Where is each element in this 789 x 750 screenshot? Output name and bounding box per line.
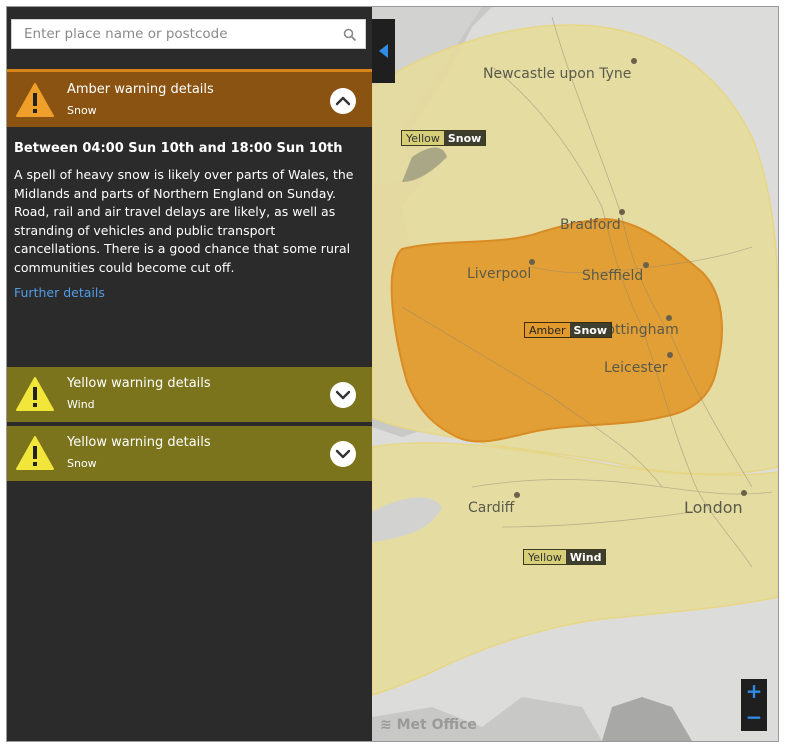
warning-title: Yellow warning details bbox=[67, 435, 211, 450]
city-london: London bbox=[684, 498, 743, 517]
collapse-chevron-up-icon[interactable] bbox=[330, 88, 356, 114]
warning-title: Amber warning details bbox=[67, 82, 214, 97]
warning-description: A spell of heavy snow is likely over par… bbox=[14, 167, 354, 275]
zoom-controls: + − bbox=[741, 679, 767, 731]
badge-level: Amber bbox=[525, 323, 570, 337]
city-cardiff: Cardiff bbox=[468, 500, 515, 516]
amber-warning-header[interactable]: Amber warning details Snow bbox=[7, 69, 372, 127]
warning-title: Yellow warning details bbox=[67, 376, 211, 391]
badge-level: Yellow bbox=[402, 131, 444, 145]
badge-type: Snow bbox=[443, 131, 486, 145]
triangle-left-icon bbox=[379, 44, 388, 58]
collapse-panel-button[interactable] bbox=[372, 19, 395, 83]
expand-chevron-down-icon[interactable] bbox=[330, 382, 356, 408]
city-bradford: Bradford bbox=[560, 217, 621, 233]
city-dot bbox=[514, 492, 520, 498]
warning-period: Between 04:00 Sun 10th and 18:00 Sun 10t… bbox=[14, 141, 343, 156]
zoom-in-button[interactable]: + bbox=[741, 679, 767, 705]
city-leicester: Leicester bbox=[604, 360, 668, 376]
search-box bbox=[11, 19, 366, 49]
warning-triangle-icon bbox=[15, 82, 55, 118]
waves-icon: ≋ bbox=[380, 717, 392, 733]
warnings-map[interactable]: Newcastle upon Tyne Bradford Liverpool S… bbox=[372, 7, 778, 741]
search-input[interactable] bbox=[12, 20, 337, 48]
warnings-panel: Amber warning details Snow Between 04:00… bbox=[7, 7, 372, 741]
city-dot bbox=[631, 58, 637, 64]
city-dot bbox=[619, 209, 625, 215]
warning-type: Wind bbox=[67, 398, 95, 411]
city-dot bbox=[741, 490, 747, 496]
warning-triangle-icon bbox=[15, 376, 55, 412]
amber-snow-badge[interactable]: Amber Snow bbox=[524, 322, 612, 338]
further-details-link[interactable]: Further details bbox=[14, 285, 359, 300]
expand-chevron-down-icon[interactable] bbox=[330, 441, 356, 467]
city-newcastle: Newcastle upon Tyne bbox=[483, 66, 632, 82]
badge-type: Snow bbox=[569, 323, 611, 337]
city-dot bbox=[667, 352, 673, 358]
zoom-out-button[interactable]: − bbox=[741, 705, 767, 731]
search-icon[interactable] bbox=[343, 27, 357, 42]
warning-triangle-icon bbox=[15, 435, 55, 471]
app-frame: Amber warning details Snow Between 04:00… bbox=[6, 6, 779, 742]
met-office-logo: ≋ Met Office bbox=[380, 717, 477, 733]
map-canvas bbox=[372, 7, 778, 741]
yellow-snow-badge[interactable]: Yellow Snow bbox=[401, 130, 487, 146]
city-liverpool: Liverpool bbox=[467, 266, 532, 282]
badge-level: Yellow bbox=[524, 550, 566, 564]
city-dot bbox=[643, 262, 649, 268]
city-dot bbox=[529, 259, 535, 265]
badge-type: Wind bbox=[565, 550, 606, 564]
yellow-wind-warning-header[interactable]: Yellow warning details Wind bbox=[7, 367, 372, 422]
warning-type: Snow bbox=[67, 457, 97, 470]
amber-warning-details: Between 04:00 Sun 10th and 18:00 Sun 10t… bbox=[14, 141, 359, 300]
yellow-wind-badge[interactable]: Yellow Wind bbox=[523, 549, 607, 565]
city-dot bbox=[666, 315, 672, 321]
logo-text: Met Office bbox=[396, 717, 477, 733]
warning-type: Snow bbox=[67, 104, 97, 117]
city-sheffield: Sheffield bbox=[582, 268, 644, 284]
yellow-snow-warning-header[interactable]: Yellow warning details Snow bbox=[7, 426, 372, 481]
